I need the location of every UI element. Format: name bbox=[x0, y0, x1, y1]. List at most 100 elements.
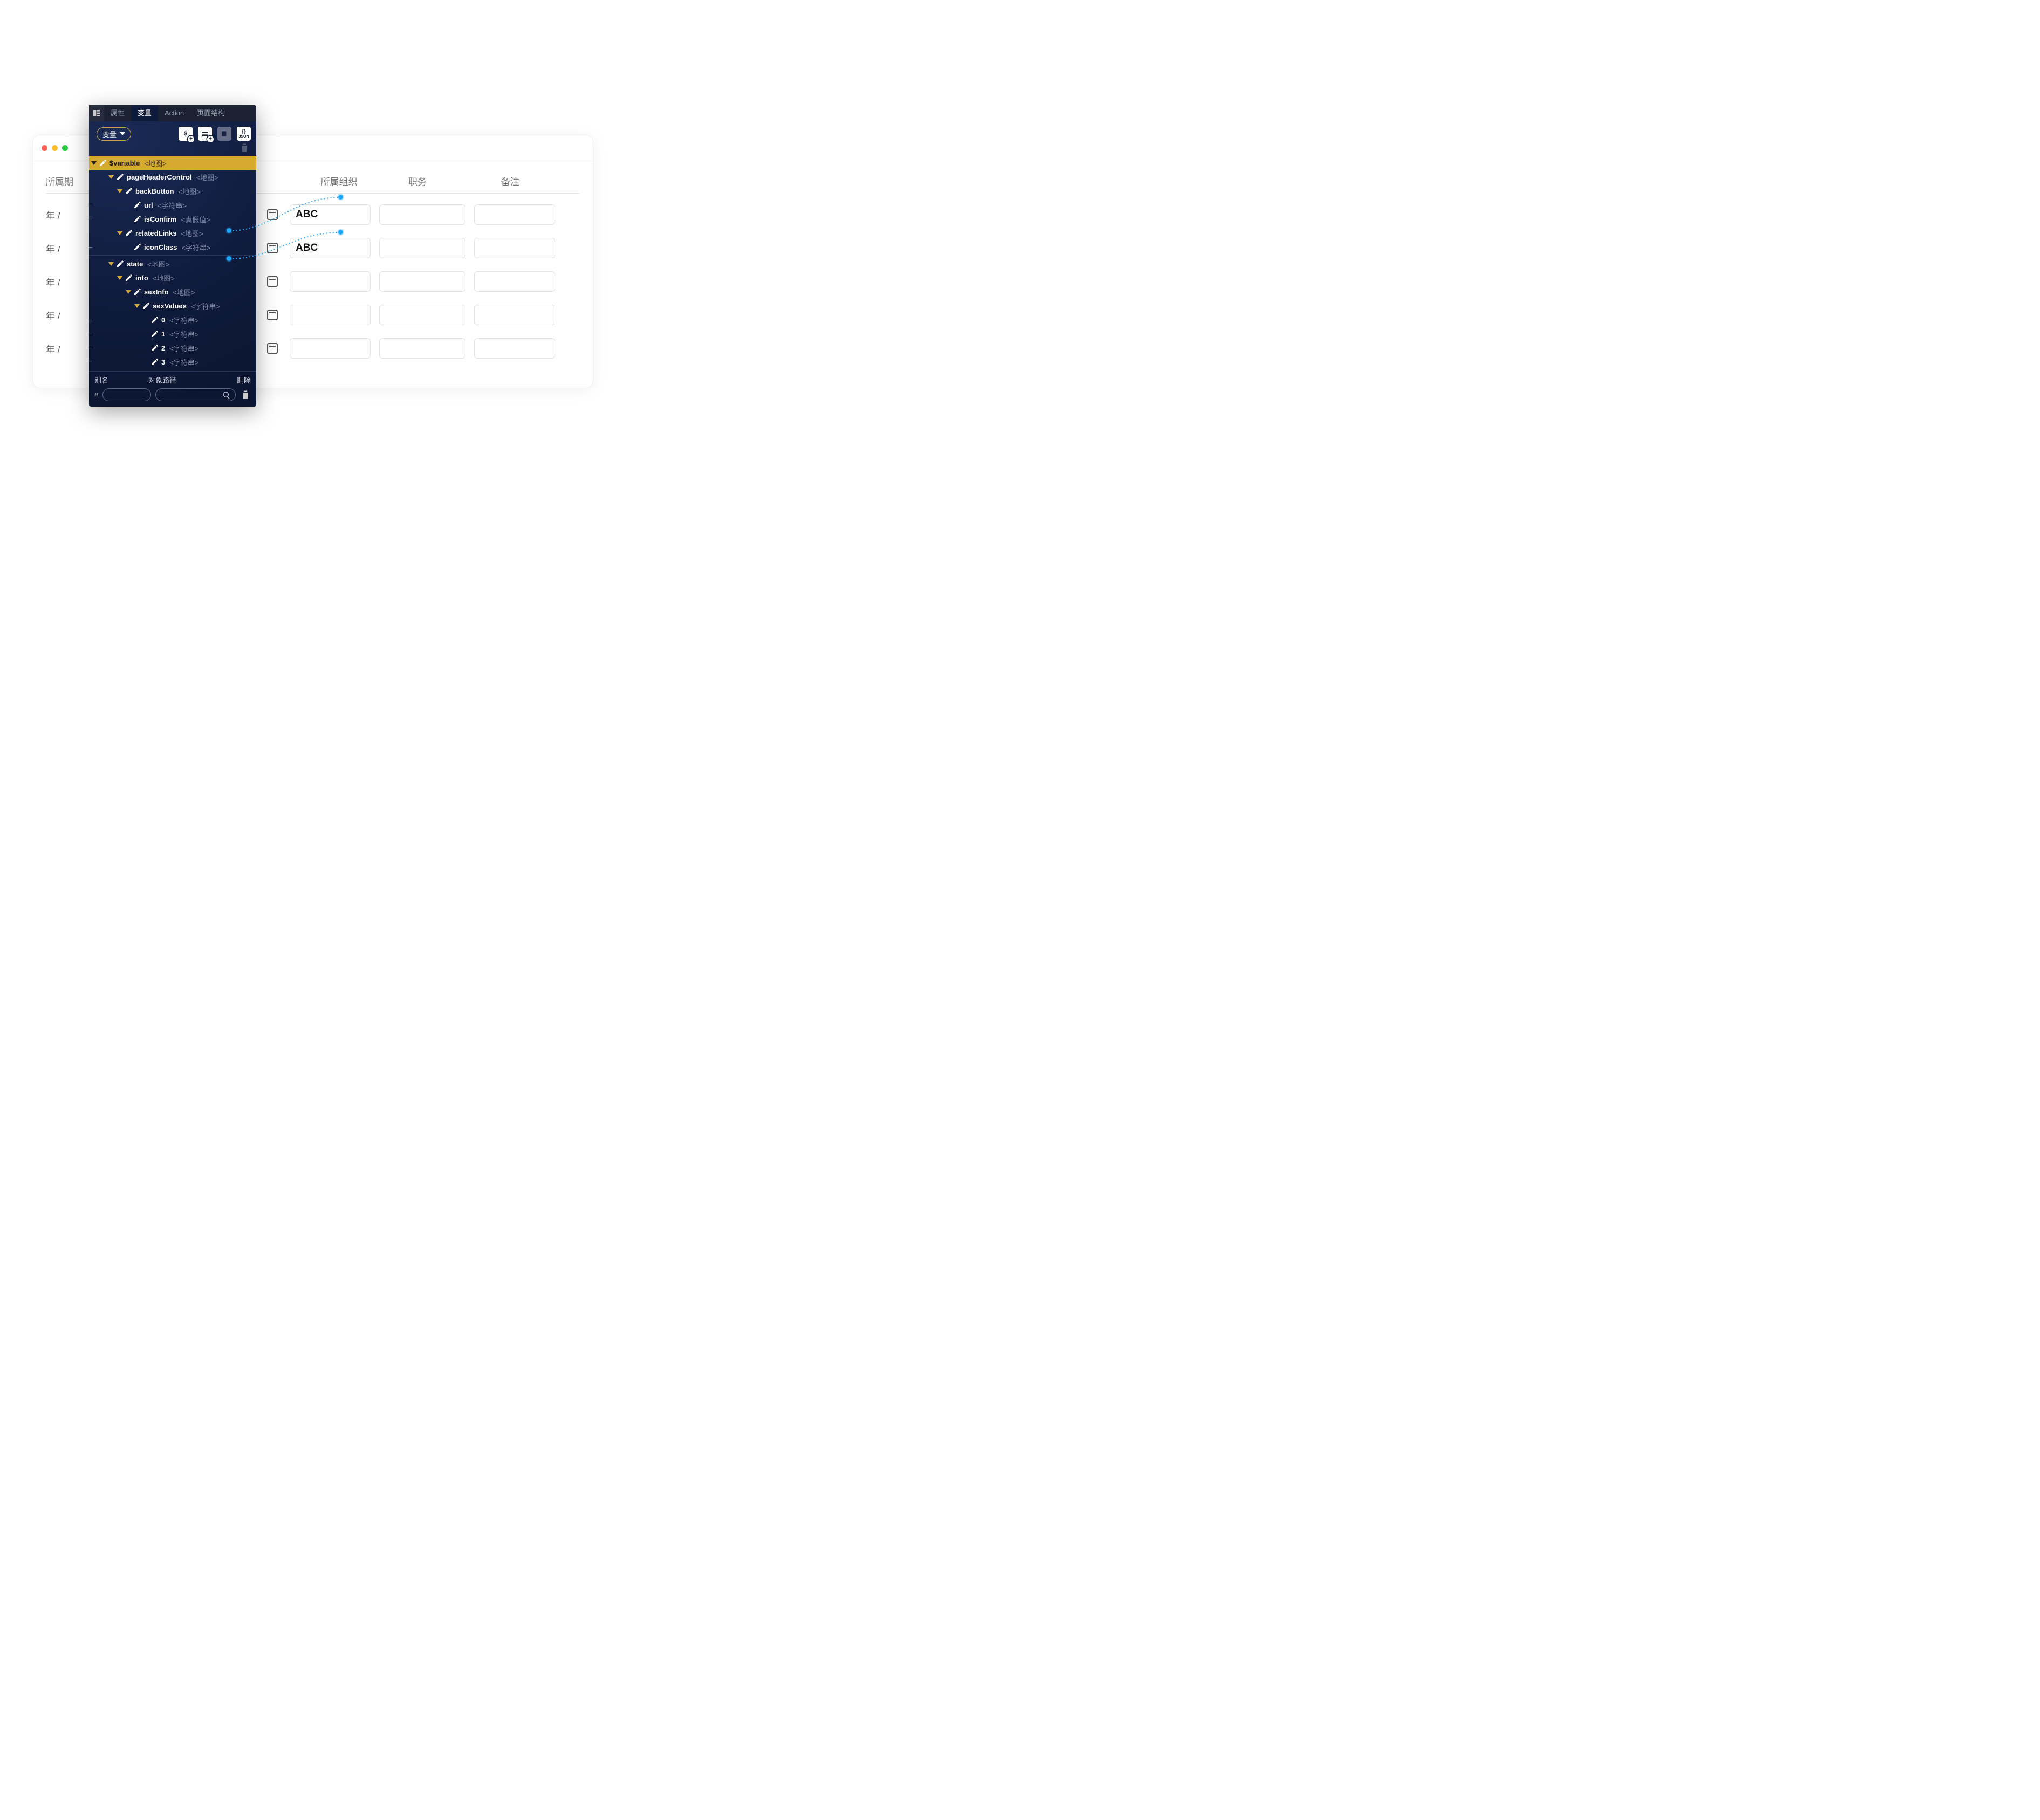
inspector-toolbar: 变量 $ + + {} JSON bbox=[89, 121, 256, 142]
binding-target-dot bbox=[338, 195, 343, 200]
disclosure-triangle-icon[interactable] bbox=[106, 175, 116, 179]
node-name: $variable bbox=[109, 159, 140, 167]
node-name: sexValues bbox=[153, 302, 187, 310]
edit-icon bbox=[142, 301, 150, 310]
org-input[interactable] bbox=[290, 271, 371, 292]
job-input[interactable] bbox=[379, 238, 465, 258]
node-type: <字符串> bbox=[158, 200, 187, 210]
calendar-icon[interactable] bbox=[267, 209, 278, 220]
hash-symbol: # bbox=[94, 391, 98, 399]
footer-label-alias: 别名 bbox=[94, 375, 148, 385]
job-input[interactable] bbox=[379, 305, 465, 325]
panel-tabs: 属性 变量 Action 页面结构 bbox=[89, 105, 256, 121]
tree-node-rl[interactable]: relatedLinks<地图> bbox=[89, 226, 256, 240]
tree-node-bb[interactable]: backButton<地图> bbox=[89, 184, 256, 198]
node-name: sexInfo bbox=[144, 288, 169, 296]
period-label: 年 / bbox=[46, 242, 84, 255]
period-label: 年 / bbox=[46, 342, 84, 355]
disclosure-triangle-icon[interactable] bbox=[132, 304, 142, 308]
trash-icon-disabled bbox=[239, 142, 250, 154]
binding-source-dot bbox=[227, 256, 231, 261]
edit-icon bbox=[99, 159, 107, 167]
alias-input[interactable] bbox=[102, 388, 151, 401]
note-input[interactable] bbox=[474, 271, 555, 292]
node-type: <字符串> bbox=[169, 315, 198, 325]
pill-label: 变量 bbox=[102, 129, 117, 139]
tree-node-url[interactable]: url<字符串> bbox=[89, 198, 256, 212]
tab-vars[interactable]: 变量 bbox=[131, 105, 158, 121]
node-type: <地图> bbox=[153, 273, 175, 283]
tree-node-v0[interactable]: 0 <字符串> bbox=[89, 313, 256, 327]
calendar-icon[interactable] bbox=[267, 343, 278, 354]
node-type: <字符串> bbox=[169, 329, 198, 339]
tab-action[interactable]: Action bbox=[158, 105, 190, 121]
disclosure-triangle-icon[interactable] bbox=[89, 161, 99, 165]
edit-icon bbox=[150, 358, 159, 366]
json-button[interactable]: {} JSON bbox=[237, 127, 251, 141]
org-input[interactable]: ABC bbox=[290, 204, 371, 225]
edit-icon bbox=[125, 273, 133, 282]
tree-node-isc[interactable]: isConfirm<真假值> bbox=[89, 212, 256, 226]
note-input[interactable] bbox=[474, 305, 555, 325]
note-input[interactable] bbox=[474, 238, 555, 258]
tree-node-info[interactable]: info<地图> bbox=[89, 271, 256, 285]
variable-scope-pill[interactable]: 变量 bbox=[97, 127, 131, 141]
plus-icon: + bbox=[188, 136, 194, 142]
calendar-icon[interactable] bbox=[267, 276, 278, 287]
org-input[interactable] bbox=[290, 338, 371, 359]
node-name: 3 bbox=[161, 358, 165, 366]
disclosure-triangle-icon[interactable] bbox=[115, 276, 125, 280]
tree-node-phc[interactable]: pageHeaderControl <地图> bbox=[89, 170, 256, 184]
tree-node-v3[interactable]: 3<字符串> bbox=[89, 355, 256, 369]
inspector-footer: 别名 对象路径 删除 # bbox=[89, 371, 256, 407]
edit-icon bbox=[133, 287, 142, 296]
org-input[interactable]: ABC bbox=[290, 238, 371, 258]
edit-icon bbox=[150, 315, 159, 324]
node-name: isConfirm bbox=[144, 215, 177, 223]
tree-node-ic[interactable]: iconClass<字符串> bbox=[89, 240, 256, 254]
job-input[interactable] bbox=[379, 204, 465, 225]
tab-page-struct[interactable]: 页面结构 bbox=[190, 105, 231, 121]
calendar-icon[interactable] bbox=[267, 243, 278, 253]
header-org: 所属组织 bbox=[321, 174, 400, 188]
edit-icon bbox=[116, 259, 125, 268]
org-input[interactable] bbox=[290, 305, 371, 325]
disclosure-triangle-icon[interactable] bbox=[115, 231, 125, 235]
node-type: <地图> bbox=[179, 186, 201, 196]
node-name: iconClass bbox=[144, 243, 177, 251]
note-input[interactable] bbox=[474, 338, 555, 359]
node-type: <地图> bbox=[173, 287, 195, 297]
disclosure-triangle-icon[interactable] bbox=[124, 290, 133, 294]
job-input[interactable] bbox=[379, 271, 465, 292]
minimize-dot[interactable] bbox=[52, 145, 58, 151]
tree-node-v2[interactable]: 2<字符串> bbox=[89, 341, 256, 355]
node-name: pageHeaderControl bbox=[127, 173, 192, 181]
object-path-input[interactable] bbox=[155, 388, 236, 401]
close-dot[interactable] bbox=[42, 145, 47, 151]
period-label: 年 / bbox=[46, 275, 84, 289]
add-dollar-var-button[interactable]: $ + bbox=[179, 127, 193, 141]
edit-icon bbox=[133, 215, 142, 223]
header-job: 职务 bbox=[408, 174, 492, 188]
binding-target-dot bbox=[338, 230, 343, 235]
node-name: 0 bbox=[161, 316, 165, 324]
node-type: <地图> bbox=[196, 172, 218, 182]
tree-node-sv[interactable]: sexValues <字符串> bbox=[89, 299, 256, 313]
collapse-panel-button[interactable] bbox=[89, 105, 104, 121]
tab-props[interactable]: 属性 bbox=[104, 105, 131, 121]
tree-node-v1[interactable]: 1<字符串> bbox=[89, 327, 256, 341]
node-type: <字符串> bbox=[191, 301, 220, 311]
disclosure-triangle-icon[interactable] bbox=[106, 262, 116, 266]
add-row-button[interactable]: + bbox=[198, 127, 212, 141]
calendar-icon[interactable] bbox=[267, 310, 278, 320]
inspector-panel: 属性 变量 Action 页面结构 变量 $ + + {} JSON $vari bbox=[89, 105, 256, 407]
disclosure-triangle-icon[interactable] bbox=[115, 189, 125, 193]
node-type: <地图> bbox=[147, 259, 169, 269]
tree-node-root[interactable]: $variable<地图> bbox=[89, 156, 256, 170]
tree-node-si[interactable]: sexInfo <地图> bbox=[89, 285, 256, 299]
maximize-dot[interactable] bbox=[62, 145, 68, 151]
note-input[interactable] bbox=[474, 204, 555, 225]
edit-icon bbox=[125, 229, 133, 237]
job-input[interactable] bbox=[379, 338, 465, 359]
delete-button[interactable] bbox=[240, 389, 251, 401]
